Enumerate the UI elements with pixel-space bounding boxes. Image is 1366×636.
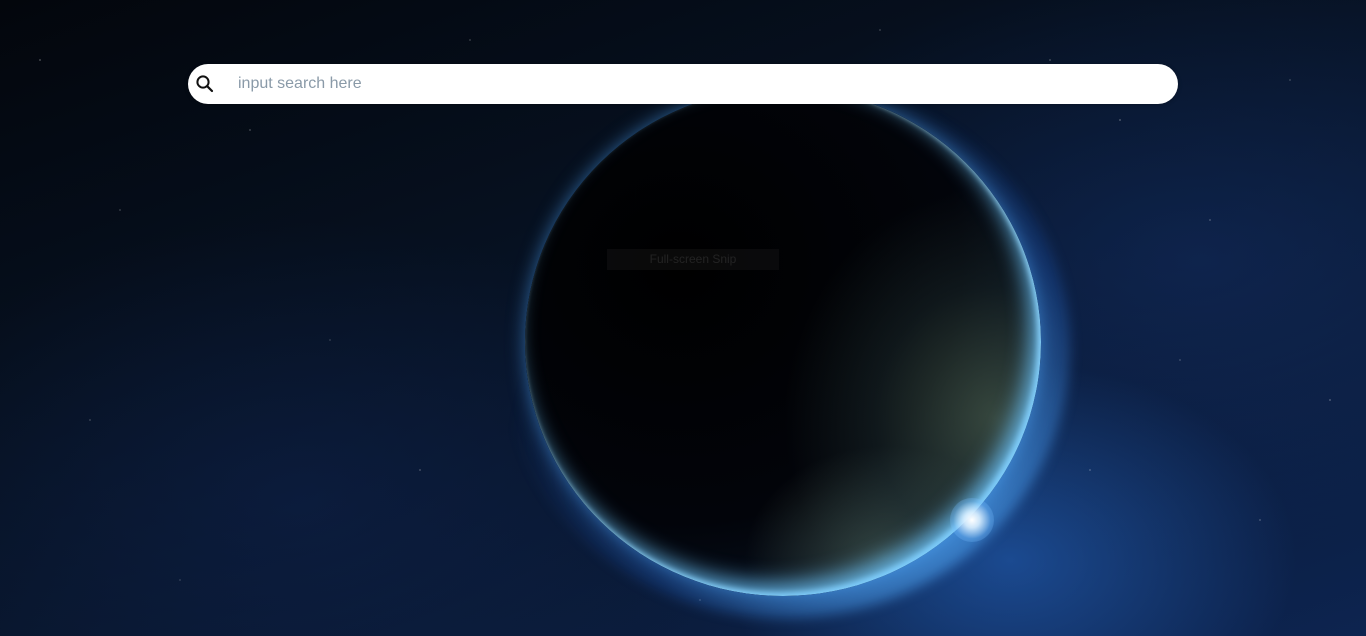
wallpaper-background: Full-screen Snip bbox=[0, 0, 1366, 636]
sun-flare bbox=[950, 498, 994, 542]
search-icon[interactable] bbox=[194, 73, 216, 95]
search-input[interactable] bbox=[236, 64, 1158, 104]
snip-overlay-label: Full-screen Snip bbox=[607, 249, 779, 270]
search-bar[interactable] bbox=[188, 64, 1178, 104]
